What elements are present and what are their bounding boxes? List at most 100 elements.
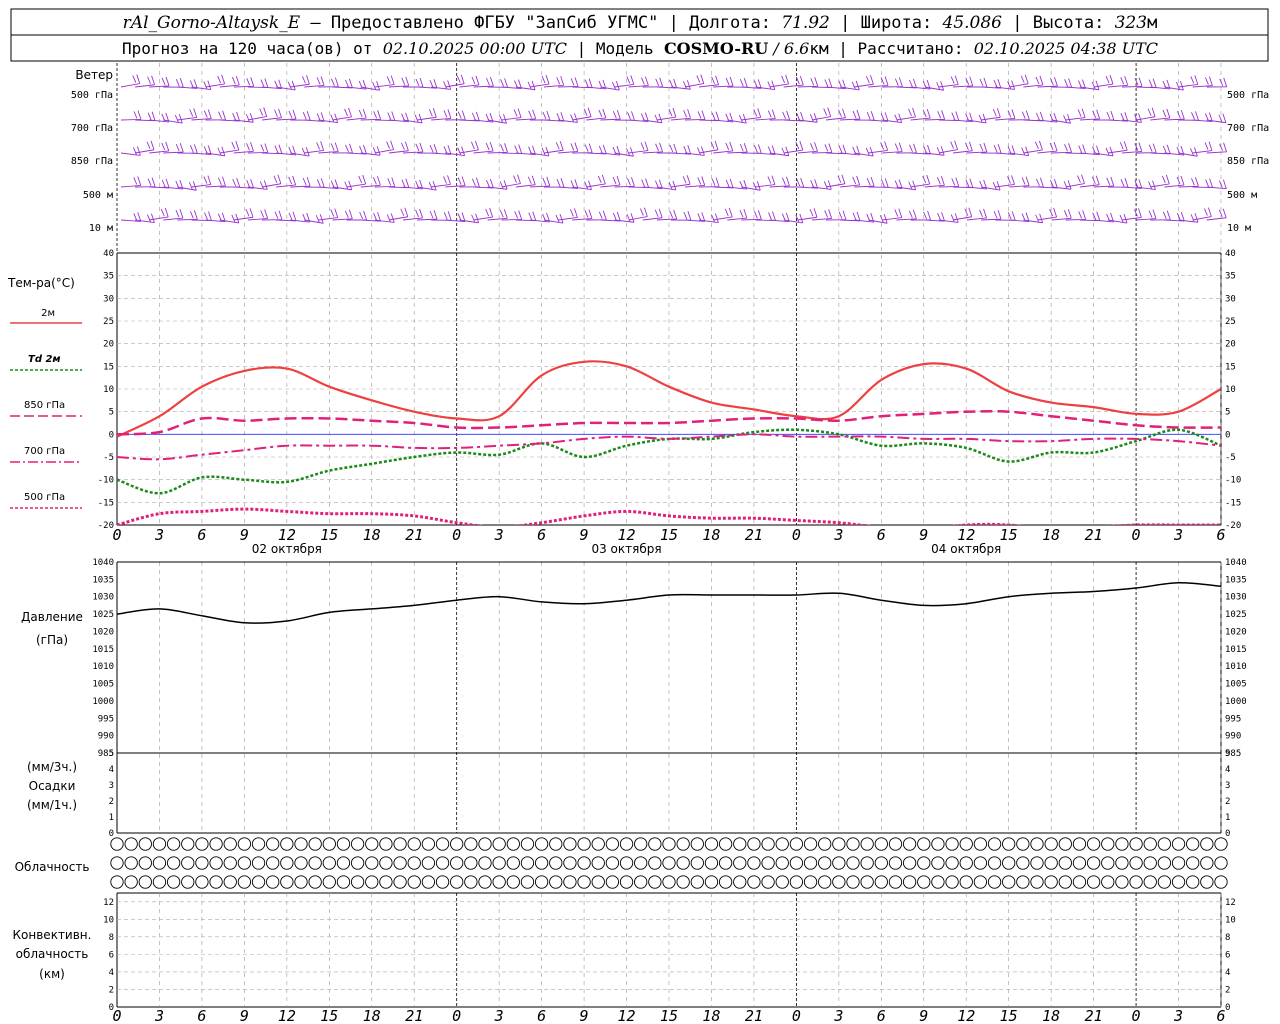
wind-barb-feather xyxy=(626,76,631,84)
cloud-circle xyxy=(874,875,888,889)
wind-barb-feather xyxy=(1109,74,1114,85)
cloud-circle xyxy=(365,875,379,889)
cloud-circle xyxy=(917,837,931,851)
cloud-circle xyxy=(181,856,195,870)
wind-level-label-left: 500 гПа xyxy=(71,90,113,101)
cloud-circle xyxy=(379,875,393,889)
cloud-circle xyxy=(1143,875,1157,889)
header-line-2: Прогноз на 120 часа(ов) от 02.10.2025 00… xyxy=(122,39,1158,59)
y-tick-label-right: 1035 xyxy=(1225,575,1247,585)
wind-barb-feather xyxy=(1194,213,1199,223)
model-resolution: / 6.6 xyxy=(768,39,809,58)
wind-barb-feather xyxy=(828,143,833,153)
cloud-circle xyxy=(393,856,407,870)
wind-barb-feather xyxy=(983,77,988,88)
cloud-circle xyxy=(478,856,492,870)
cloud-circle xyxy=(605,875,620,889)
wind-barb-feather xyxy=(302,76,306,84)
wind-barb-feather xyxy=(950,141,955,149)
wind-barb-feather xyxy=(559,141,564,151)
wind-barb-feather xyxy=(1077,175,1081,183)
wind-barb-feather xyxy=(555,214,560,223)
wind-barb-feather xyxy=(1035,141,1039,150)
cloud-circle xyxy=(761,856,775,870)
x-tick-label: 3 xyxy=(1173,526,1183,544)
cloud-circle xyxy=(704,875,719,889)
legend-t2m-label: 2м xyxy=(41,308,55,319)
wind-barb-feather xyxy=(489,207,494,218)
wind-barb-feather xyxy=(627,178,631,186)
wind-barb-feather xyxy=(386,141,391,149)
wind-barb-feather xyxy=(810,78,815,86)
wind-barb-feather xyxy=(1138,113,1142,123)
cloud-circle xyxy=(690,875,704,889)
wind-barb-feather xyxy=(545,146,550,157)
cloud-circle xyxy=(1002,856,1016,870)
wind-barb-feather xyxy=(1067,180,1072,190)
wind-barb-feather xyxy=(865,147,870,156)
wind-barb-feather xyxy=(222,176,226,186)
y-tick-label-right: 3 xyxy=(1225,781,1230,791)
cloud-circle xyxy=(421,837,436,851)
wind-barb-feather xyxy=(1120,77,1125,85)
wind-barb-feather xyxy=(541,147,546,156)
wind-barb-feather xyxy=(641,179,645,187)
wind-barb-feather xyxy=(697,177,702,185)
wind-barb-feather xyxy=(1053,141,1058,152)
y-tick-label-left: 995 xyxy=(98,714,114,724)
cloud-circle xyxy=(648,837,662,851)
y-tick-label-left: 2 xyxy=(109,985,114,995)
x-tick-label: 21 xyxy=(1085,1007,1103,1024)
wind-barb-feather xyxy=(274,109,278,117)
cloud-circle xyxy=(166,837,181,851)
wind-barb-feather xyxy=(1123,141,1128,151)
wind-barb-feather xyxy=(404,207,409,217)
wind-barb-feather xyxy=(232,112,237,121)
x-tick-label: 0 xyxy=(112,526,121,544)
cloud-label: Облачность xyxy=(15,860,90,874)
wind-barb-feather xyxy=(513,175,517,183)
wind-barb-feather xyxy=(631,111,635,121)
cloud-circle xyxy=(435,875,450,889)
cloud-circle xyxy=(350,856,365,870)
wind-barb-feather xyxy=(456,75,461,83)
wind-barb-feather xyxy=(1152,209,1157,219)
wind-barb-feather xyxy=(517,108,522,118)
wind-barb-feather xyxy=(879,215,884,223)
cloud-circle xyxy=(223,837,237,851)
cloud-circle xyxy=(294,856,308,870)
y-tick-label-left: 4 xyxy=(109,968,114,978)
cloud-circle xyxy=(534,856,549,870)
wind-barb-feather xyxy=(913,143,917,153)
pressure-label-1: Давление xyxy=(21,610,83,624)
wind-barb-feather xyxy=(189,109,194,117)
wind-barb-feather xyxy=(1218,114,1223,122)
cloud-circle xyxy=(110,837,124,851)
cloud-circle xyxy=(1086,837,1101,851)
cloud-circle xyxy=(237,875,252,889)
cloud-circle xyxy=(605,856,620,870)
wind-barb-feather xyxy=(570,78,575,86)
wind-barb-feather xyxy=(277,174,282,184)
wind-barb-feather xyxy=(909,79,913,88)
temp-label: Тем-ра(°С) xyxy=(7,276,75,290)
x-tick-label: 21 xyxy=(405,1007,423,1024)
wind-barb-feather xyxy=(475,75,480,86)
y-tick-label-right: 25 xyxy=(1225,317,1236,327)
wind-barb-feather xyxy=(912,78,917,89)
wind-barb-feather xyxy=(711,76,716,84)
wind-barb-feather xyxy=(602,108,607,119)
wind-barb-feather xyxy=(419,208,423,219)
wind-level-label-left: 700 гПа xyxy=(71,123,113,134)
cloud-circle xyxy=(478,837,492,851)
cloud-circle xyxy=(1072,837,1087,851)
cloud-circle xyxy=(209,875,223,889)
wind-barb-feather xyxy=(725,179,730,188)
wind-barb-feather xyxy=(556,113,561,121)
wind-barb-feather xyxy=(287,81,292,90)
wind-barb-feather xyxy=(894,114,899,122)
wind-barb-feather xyxy=(147,214,151,222)
wind-barb-feather xyxy=(672,180,677,191)
wind-barb-feather xyxy=(418,113,423,124)
wind-barb-feather xyxy=(658,208,663,218)
